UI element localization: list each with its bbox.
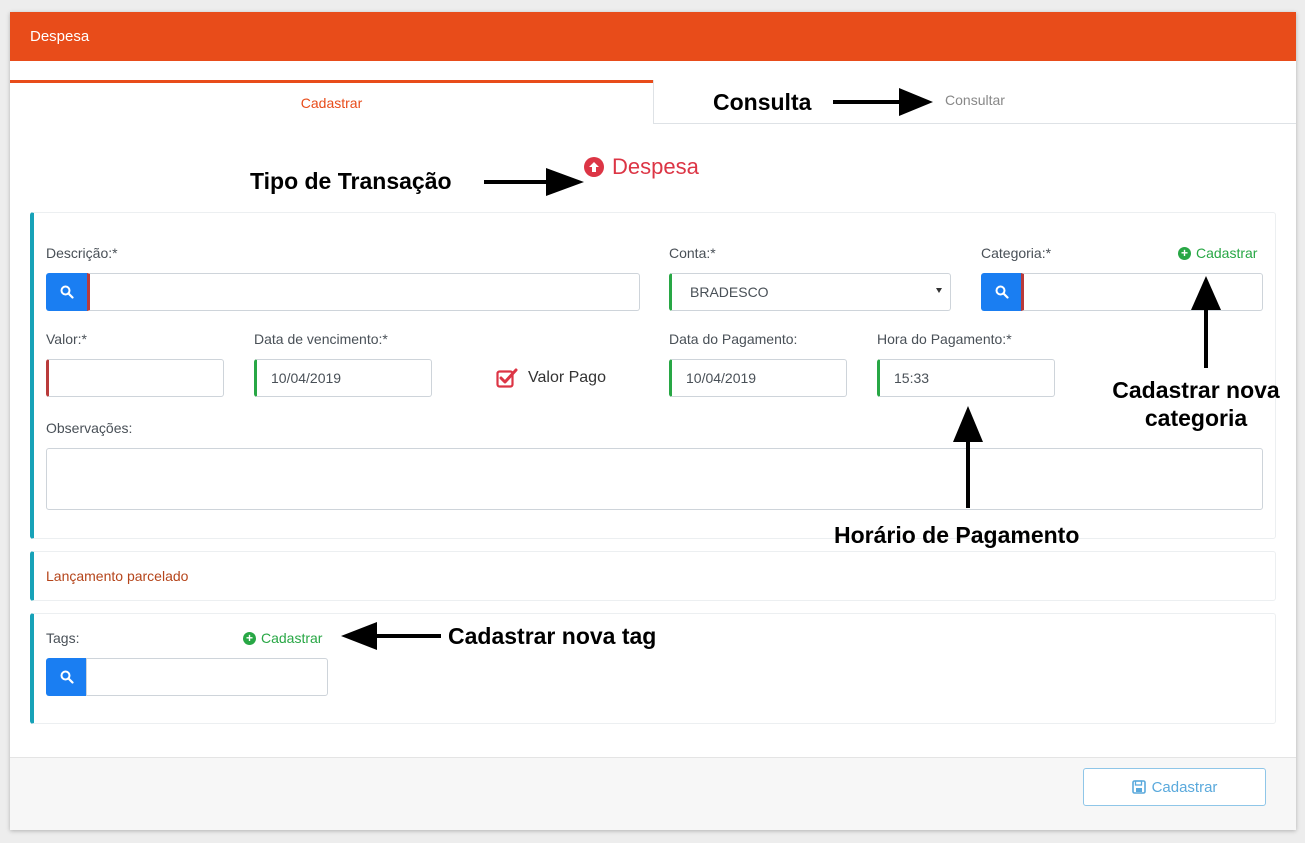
installments-card[interactable]: Lançamento parcelado — [30, 551, 1276, 601]
tags-input[interactable] — [86, 658, 328, 696]
submit-label: Cadastrar — [1151, 778, 1218, 796]
conta-selected-value: BRADESCO — [690, 284, 769, 300]
valor-pago-checkbox[interactable]: Valor Pago — [496, 367, 606, 389]
submit-button[interactable]: Cadastrar — [1083, 768, 1266, 806]
descricao-search-button[interactable] — [46, 273, 88, 311]
add-categoria-link[interactable]: + Cadastrar — [1178, 245, 1257, 261]
descricao-input[interactable] — [87, 273, 640, 311]
search-icon — [60, 285, 74, 299]
annotation-tipo-transacao: Tipo de Transação — [250, 168, 452, 194]
panel-header: Despesa — [10, 12, 1296, 61]
add-categoria-label: Cadastrar — [1196, 245, 1258, 261]
add-tag-link[interactable]: + Cadastrar — [243, 630, 322, 646]
save-icon — [1131, 780, 1146, 794]
valor-label: Valor:* — [46, 331, 87, 347]
tab-cadastrar[interactable]: Cadastrar — [10, 80, 653, 124]
annotation-nova-categoria-line2: categoria — [1144, 404, 1248, 431]
categoria-search-button[interactable] — [981, 273, 1023, 311]
valor-pago-label: Valor Pago — [528, 369, 606, 386]
hora-pagamento-input[interactable]: 15:33 — [877, 359, 1055, 397]
annotation-nova-categoria: Cadastrar nova categoria — [1096, 377, 1296, 432]
descricao-label: Descrição:* — [46, 245, 118, 261]
arrow-right-icon — [833, 88, 933, 116]
arrow-up-icon — [953, 406, 983, 508]
checkbox-checked-icon — [496, 368, 518, 388]
tags-search-button[interactable] — [46, 658, 88, 696]
arrow-up-icon — [1191, 276, 1221, 368]
conta-label: Conta:* — [669, 245, 716, 261]
arrow-left-icon — [341, 622, 441, 650]
tab-bar: Cadastrar Consultar — [10, 80, 1296, 124]
hora-pagamento-label: Hora do Pagamento:* — [877, 331, 1012, 347]
annotation-nova-tag: Cadastrar nova tag — [448, 623, 657, 649]
data-pagamento-label: Data do Pagamento: — [669, 331, 798, 347]
categoria-label: Categoria:* — [981, 245, 1052, 261]
annotation-nova-categoria-line1: Cadastrar nova — [1112, 377, 1280, 403]
caret-down-icon — [936, 288, 942, 293]
transaction-type: Despesa — [584, 154, 699, 180]
tags-label: Tags: — [46, 630, 80, 646]
observacoes-textarea[interactable] — [46, 448, 1263, 510]
data-pagamento-input[interactable]: 10/04/2019 — [669, 359, 847, 397]
search-icon — [995, 285, 1009, 299]
search-icon — [60, 670, 74, 684]
plus-circle-icon: + — [243, 631, 256, 645]
observacoes-label: Observações: — [46, 420, 133, 436]
valor-input[interactable] — [46, 359, 224, 397]
categoria-input[interactable] — [1021, 273, 1263, 311]
arrow-right-icon — [484, 168, 584, 196]
annotation-consulta: Consulta — [713, 89, 812, 115]
annotation-horario: Horário de Pagamento — [834, 522, 1080, 548]
add-tag-label: Cadastrar — [261, 630, 323, 646]
data-vencimento-input[interactable]: 10/04/2019 — [254, 359, 432, 397]
installments-label: Lançamento parcelado — [46, 568, 189, 584]
conta-select[interactable]: BRADESCO — [669, 273, 951, 311]
arrow-up-circle-icon — [584, 157, 604, 177]
data-vencimento-label: Data de vencimento:* — [254, 331, 388, 347]
plus-circle-icon: + — [1178, 246, 1191, 260]
transaction-type-label: Despesa — [612, 154, 699, 179]
